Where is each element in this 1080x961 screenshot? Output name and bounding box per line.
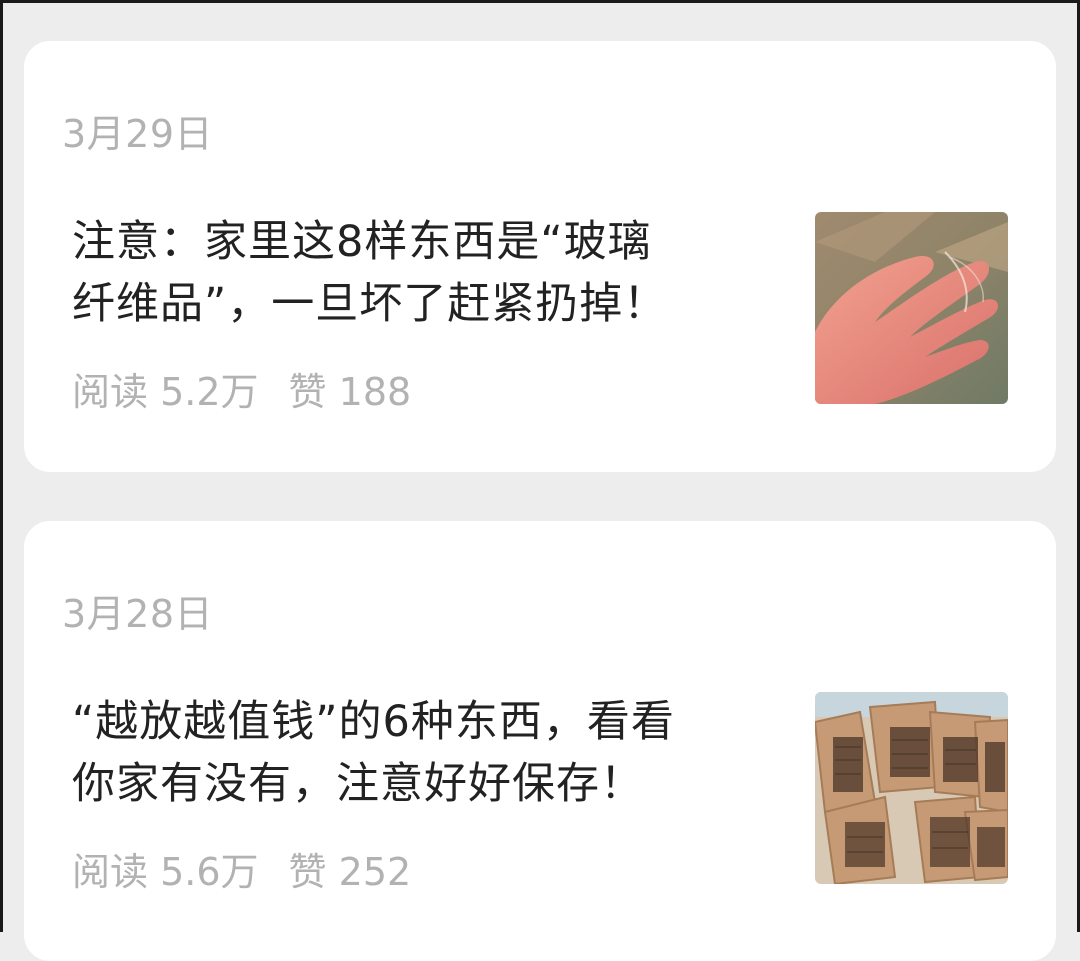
reads-label: 阅读: [72, 850, 149, 894]
hand-photo-icon: [815, 212, 1008, 404]
article-stats: 阅读 5.6万赞 252: [72, 841, 411, 896]
paper-bags-photo-icon: [815, 692, 1008, 884]
article-card[interactable]: 3月28日 “越放越值钱”的6种东西，看看 你家有没有，注意好好保存！ 阅读 5…: [24, 521, 1056, 961]
likes-count: 188: [338, 370, 412, 414]
article-feed: 3月29日 注意：家里这8样东西是“玻璃 纤维品”，一旦坏了赶紧扔掉！ 阅读 5…: [0, 0, 1080, 961]
reads-count: 5.2万: [160, 370, 259, 414]
article-stats: 阅读 5.2万赞 188: [72, 361, 411, 416]
article-title[interactable]: “越放越值钱”的6种东西，看看 你家有没有，注意好好保存！: [72, 691, 772, 815]
article-title-line: 纤维品”，一旦坏了赶紧扔掉！: [72, 279, 668, 329]
reads-count: 5.6万: [160, 850, 259, 894]
article-thumbnail[interactable]: [815, 692, 1008, 884]
article-title-line: 你家有没有，注意好好保存！: [72, 759, 644, 809]
likes-count: 252: [338, 850, 412, 894]
reads-label: 阅读: [72, 370, 149, 414]
likes-label: 赞: [288, 370, 327, 414]
article-date: 3月28日: [62, 592, 214, 636]
article-title[interactable]: 注意：家里这8样东西是“玻璃 纤维品”，一旦坏了赶紧扔掉！: [72, 211, 772, 335]
article-thumbnail[interactable]: [815, 212, 1008, 404]
article-title-line: “越放越值钱”的6种东西，看看: [72, 697, 675, 747]
article-card[interactable]: 3月29日 注意：家里这8样东西是“玻璃 纤维品”，一旦坏了赶紧扔掉！ 阅读 5…: [24, 41, 1056, 472]
article-date: 3月29日: [62, 112, 214, 156]
likes-label: 赞: [288, 850, 327, 894]
article-title-line: 注意：家里这8样东西是“玻璃: [72, 217, 652, 267]
